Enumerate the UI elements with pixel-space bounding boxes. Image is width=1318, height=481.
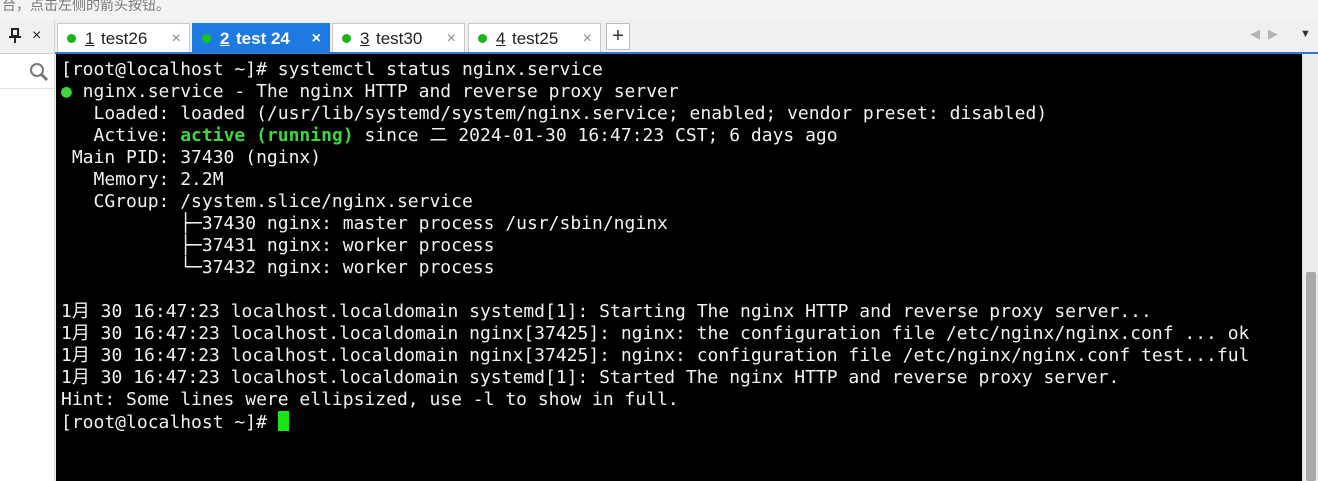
- tab-list-dropdown-icon[interactable]: ▼: [1300, 28, 1311, 40]
- close-icon[interactable]: ×: [32, 28, 46, 44]
- close-tab-icon[interactable]: ×: [172, 24, 181, 53]
- connection-status-icon: [67, 34, 76, 43]
- divider: [0, 88, 54, 89]
- tab-label: test26: [101, 29, 148, 48]
- new-tab-button[interactable]: +: [606, 23, 630, 50]
- unit-description: nginx.service - The nginx HTTP and rever…: [71, 81, 679, 102]
- tab-label: test 24: [236, 29, 290, 48]
- close-tab-icon[interactable]: ×: [312, 24, 321, 53]
- active-since: since 二 2024-01-30 16:47:23 CST; 6 days …: [353, 125, 838, 146]
- terminal-line: ● nginx.service - The nginx HTTP and rev…: [61, 81, 679, 102]
- process-line: ├─37430 nginx: master process /usr/sbin/…: [61, 213, 668, 234]
- terminal-line: [root@localhost ~]# systemctl status ngi…: [61, 59, 603, 80]
- pane-toolbar: ×: [0, 20, 54, 54]
- connection-status-icon: [342, 34, 351, 43]
- connection-status-icon: [478, 34, 487, 43]
- session-manager-pane: ×: [0, 20, 55, 481]
- cgroup-line: CGroup: /system.slice/nginx.service: [61, 191, 473, 212]
- tab-label: test30: [376, 29, 423, 48]
- top-hint-banner: 台，点击左侧的箭头按钮。: [0, 0, 1318, 20]
- status-bullet-icon: ●: [61, 81, 72, 102]
- tab-test26[interactable]: 1 test26 ×: [57, 23, 190, 52]
- tab-test-24[interactable]: 2 test 24 ×: [192, 23, 330, 52]
- scrollbar-thumb[interactable]: [1306, 272, 1316, 481]
- prompt: [root@localhost ~]#: [61, 412, 278, 433]
- process-line: └─37432 nginx: worker process: [61, 257, 495, 278]
- log-line: 1月 30 16:47:23 localhost.localdomain sys…: [61, 367, 1120, 388]
- log-line: 1月 30 16:47:23 localhost.localdomain ngi…: [61, 345, 1250, 366]
- tab-number: 3: [360, 29, 370, 48]
- scroll-left-icon[interactable]: ◀: [1250, 26, 1268, 41]
- hint-line: Hint: Some lines were ellipsized, use -l…: [61, 389, 679, 410]
- active-label: Active:: [61, 125, 181, 146]
- pin-icon[interactable]: [8, 28, 22, 44]
- close-tab-icon[interactable]: ×: [447, 24, 456, 53]
- tab-test30[interactable]: 3 test30 ×: [332, 23, 465, 52]
- session-tab-bar: 1 test26 × 2 test 24 × 3 test30 × 4 test…: [55, 20, 1318, 54]
- loaded-line: Loaded: loaded (/usr/lib/systemd/system/…: [61, 103, 1048, 124]
- terminal-line: [root@localhost ~]#: [61, 411, 289, 433]
- terminal-output[interactable]: [root@localhost ~]# systemctl status ngi…: [56, 54, 1302, 481]
- search-icon[interactable]: [29, 62, 49, 82]
- tab-number: 1: [85, 29, 95, 48]
- terminal-line: Active: active (running) since 二 2024-01…: [61, 125, 838, 146]
- tab-label: test25: [512, 29, 559, 48]
- main-pid-line: Main PID: 37430 (nginx): [61, 147, 322, 168]
- process-line: ├─37431 nginx: worker process: [61, 235, 495, 256]
- memory-line: Memory: 2.2M: [61, 169, 224, 190]
- command: systemctl status nginx.service: [277, 59, 603, 80]
- close-tab-icon[interactable]: ×: [583, 24, 592, 53]
- log-line: 1月 30 16:47:23 localhost.localdomain sys…: [61, 301, 1152, 322]
- tab-number: 4: [496, 29, 506, 48]
- tab-number: 2: [220, 29, 230, 48]
- log-line: 1月 30 16:47:23 localhost.localdomain ngi…: [61, 323, 1250, 344]
- connection-status-icon: [202, 34, 211, 43]
- prompt: [root@localhost ~]#: [61, 59, 278, 80]
- scroll-right-icon[interactable]: ▶: [1268, 26, 1286, 41]
- active-state: active (running): [180, 125, 354, 146]
- cursor: [277, 411, 289, 431]
- tab-test25[interactable]: 4 test25 ×: [468, 23, 601, 52]
- terminal-scrollbar[interactable]: [1302, 54, 1318, 481]
